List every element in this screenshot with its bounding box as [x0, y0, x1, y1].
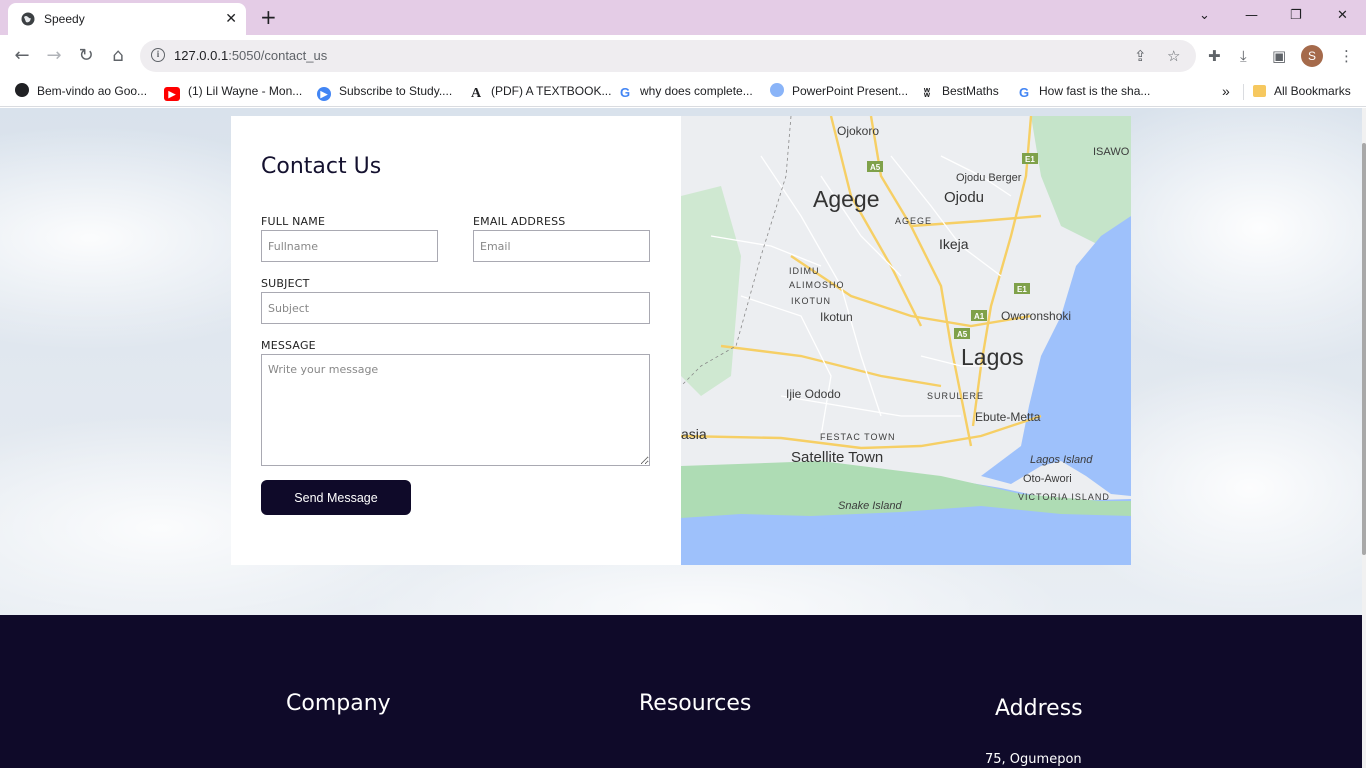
menu-icon[interactable]: ⋮: [1339, 47, 1354, 65]
map-label: Ikeja: [939, 236, 969, 252]
profile-avatar[interactable]: S: [1301, 45, 1323, 67]
close-window-icon[interactable]: ✕: [1337, 6, 1348, 26]
globe-icon: [21, 12, 35, 26]
globe-icon: [15, 83, 29, 97]
browser-toolbar: ← → ↻ ⌂ i 127.0.0.1:5050/contact_us ⇪ ☆ …: [0, 35, 1366, 77]
play-icon: ▶: [317, 87, 331, 101]
fullname-label: FULL NAME: [261, 215, 326, 228]
bookmark-star-icon[interactable]: ☆: [1167, 47, 1180, 65]
message-field[interactable]: [261, 354, 650, 466]
url-text: 127.0.0.1:5050/contact_us: [174, 48, 328, 63]
bookmark-item[interactable]: G How fast is the sha...: [1017, 83, 1150, 101]
map-label: IKOTUN: [791, 296, 832, 306]
map-label: Agege: [813, 186, 880, 212]
bookmarks-bar: Bem-vindo ao Goo... ▶ (1) Lil Wayne - Mon…: [0, 77, 1366, 107]
footer-address-line: 75, Ogumepon: [985, 752, 1082, 767]
map-label: Oworonshoki: [1001, 309, 1072, 323]
folder-icon: [1253, 85, 1266, 97]
map-label: Snake Island: [838, 500, 902, 512]
footer-resources-title: Resources: [639, 691, 752, 716]
bookmark-item[interactable]: ▶ Subscribe to Study....: [317, 83, 452, 101]
send-message-button[interactable]: Send Message: [261, 480, 411, 515]
svg-text:A5: A5: [870, 163, 881, 172]
map-label: VICTORIA ISLAND: [1018, 492, 1110, 502]
map-label: Ijie Ododo: [786, 387, 841, 401]
map-label: AGEGE: [895, 216, 933, 226]
subject-label: SUBJECT: [261, 277, 310, 290]
extensions-icon[interactable]: ✚: [1208, 47, 1221, 65]
page-viewport: Contact Us FULL NAME EMAIL ADDRESS SUBJE…: [0, 108, 1362, 768]
contact-form-card: Contact Us FULL NAME EMAIL ADDRESS SUBJE…: [231, 116, 681, 565]
map-label: Ebute-Metta: [975, 410, 1041, 424]
email-field[interactable]: [473, 230, 650, 262]
restore-icon[interactable]: ❐: [1290, 6, 1302, 26]
download-icon[interactable]: ⤓: [1240, 47, 1247, 65]
map-label: Lagos Island: [1030, 454, 1093, 466]
close-tab-icon[interactable]: ✕: [225, 11, 237, 27]
map-label: Ojodu: [944, 189, 985, 206]
site-info-icon[interactable]: i: [151, 48, 165, 62]
back-icon[interactable]: ←: [10, 44, 34, 68]
more-bookmarks-icon[interactable]: »: [1222, 83, 1230, 101]
map-label: Ojodu Berger: [956, 172, 1022, 184]
svg-text:E1: E1: [1017, 285, 1027, 294]
map-label: Satellite Town: [791, 449, 884, 466]
map-label: IDIMU: [789, 266, 820, 276]
side-panel-icon[interactable]: ▣: [1272, 47, 1286, 65]
map-label: ALIMOSHO: [789, 280, 845, 290]
location-map[interactable]: A5 E1 A1 E1 A5 Ojokoro ISAWO Agege Ojodu…: [681, 116, 1131, 565]
google-icon: G: [1018, 85, 1030, 100]
bookmark-item[interactable]: A (PDF) A TEXTBOOK...: [469, 83, 612, 101]
map-label: ISAWO: [1093, 146, 1130, 158]
academia-icon: A: [470, 86, 482, 101]
tab-search-icon[interactable]: ⌄: [1199, 6, 1210, 26]
home-icon[interactable]: ⌂: [106, 44, 130, 68]
tab-title: Speedy: [44, 12, 85, 26]
minimize-icon[interactable]: —: [1245, 6, 1258, 26]
map-label: SURULERE: [927, 391, 985, 401]
map-label: Ikotun: [820, 310, 853, 324]
bookmark-item[interactable]: ʬ BestMaths: [920, 83, 999, 101]
site-footer: Company Resources Address 75, Ogumepon: [0, 615, 1362, 768]
map-label: Lagos: [961, 344, 1024, 370]
reload-icon[interactable]: ↻: [74, 44, 98, 68]
footer-address-title: Address: [995, 696, 1083, 721]
google-icon: G: [619, 85, 631, 100]
footer-company-title: Company: [286, 691, 391, 716]
email-label: EMAIL ADDRESS: [473, 215, 566, 228]
cloud-icon: [770, 83, 784, 97]
bookmark-item[interactable]: Bem-vindo ao Goo...: [15, 83, 147, 101]
page-title: Contact Us: [261, 154, 382, 179]
youtube-icon: ▶: [164, 87, 180, 101]
new-tab-icon[interactable]: +: [260, 7, 277, 27]
svg-text:E1: E1: [1025, 155, 1035, 164]
svg-text:A1: A1: [974, 312, 985, 321]
map-label: FESTAC TOWN: [820, 432, 896, 442]
address-bar[interactable]: i 127.0.0.1:5050/contact_us ⇪ ☆: [140, 40, 1196, 72]
bookmark-item[interactable]: ▶ (1) Lil Wayne - Mon...: [164, 83, 302, 101]
butterfly-icon: ʬ: [923, 86, 931, 100]
share-icon[interactable]: ⇪: [1134, 47, 1147, 65]
bookmark-item[interactable]: Gwhy does complete...: [618, 83, 753, 101]
bookmark-item[interactable]: PowerPoint Present...: [770, 83, 908, 101]
map-label: Oto-Awori: [1023, 473, 1072, 485]
message-label: MESSAGE: [261, 339, 316, 352]
subject-field[interactable]: [261, 292, 650, 324]
fullname-field[interactable]: [261, 230, 438, 262]
browser-tab[interactable]: Speedy ✕: [8, 3, 246, 35]
browser-tab-strip: Speedy ✕ + ⌄ — ❐ ✕: [0, 0, 1366, 35]
svg-text:A5: A5: [957, 330, 968, 339]
forward-icon[interactable]: →: [42, 44, 66, 68]
map-label: asia: [681, 426, 707, 442]
scrollbar-thumb[interactable]: [1362, 143, 1366, 555]
divider: [1243, 84, 1244, 100]
map-label: Ojokoro: [837, 124, 880, 138]
all-bookmarks[interactable]: All Bookmarks: [1253, 83, 1351, 101]
